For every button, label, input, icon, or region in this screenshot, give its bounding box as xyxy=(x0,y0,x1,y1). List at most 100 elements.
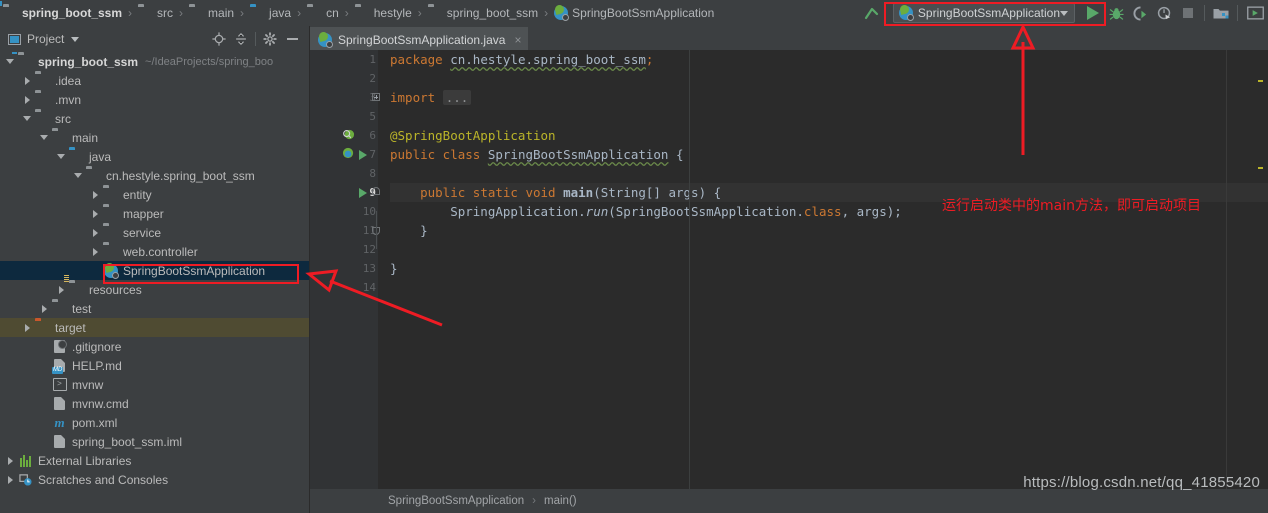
tree-node-label: target xyxy=(55,320,86,335)
run-configuration-selector[interactable]: SpringBootSsmApplication xyxy=(892,3,1075,23)
tree-node-mvnw[interactable]: > mvnw xyxy=(0,375,309,394)
tree-node-help-md[interactable]: MD HELP.md xyxy=(0,356,309,375)
editor-gutter[interactable]: 1 2 3 5 6 7 8 9 10 11 12 13 14 xyxy=(310,50,380,489)
chevron-right-icon[interactable] xyxy=(23,95,32,104)
chevron-right-icon[interactable] xyxy=(6,475,15,484)
code-line[interactable] xyxy=(390,278,1268,297)
resource-root-folder-icon xyxy=(69,283,84,296)
fold-rail xyxy=(376,211,377,249)
tree-node-entity[interactable]: entity xyxy=(0,185,309,204)
breadcrumb-method[interactable]: main() xyxy=(544,495,577,507)
breadcrumb-item-spring-boot-ssm[interactable]: spring_boot_ssm xyxy=(2,0,123,26)
code-line[interactable] xyxy=(390,240,1268,259)
annotation-note: 运行启动类中的main方法，即可启动项目 xyxy=(942,198,1201,214)
tree-node-mapper[interactable]: mapper xyxy=(0,204,309,223)
code-view[interactable]: 1 2 3 5 6 7 8 9 10 11 12 13 14 package cn.hestyle.sp… xyxy=(310,50,1268,489)
tree-node-scratches-and-consoles[interactable]: Scratches and Consoles xyxy=(0,470,309,489)
editor-breadcrumb[interactable]: SpringBootSsmApplication › main() xyxy=(310,489,1268,513)
tree-node-main[interactable]: main xyxy=(0,128,309,147)
spring-boot-gutter-icon[interactable] xyxy=(342,147,355,163)
collapse-all-icon[interactable] xyxy=(230,28,252,50)
code-line[interactable] xyxy=(390,107,1268,126)
project-panel-title: Project xyxy=(27,32,65,46)
breadcrumb-item-hestyle[interactable]: hestyle xyxy=(354,0,413,26)
chevron-down-icon[interactable] xyxy=(57,152,66,161)
tree-node-pom-xml[interactable]: m pom.xml xyxy=(0,413,309,432)
source-code[interactable]: package cn.hestyle.spring_boot_ssm; impo… xyxy=(378,50,1268,489)
select-opened-file-icon[interactable] xyxy=(208,28,230,50)
tree-node-src[interactable]: src xyxy=(0,109,309,128)
tree-node--idea[interactable]: .idea xyxy=(0,71,309,90)
code-line[interactable]: @SpringBootApplication xyxy=(390,126,1268,145)
scroll-marker[interactable] xyxy=(1258,167,1263,169)
chevron-down-icon[interactable] xyxy=(71,36,80,42)
chevron-right-icon[interactable] xyxy=(91,209,100,218)
chevron-right-icon[interactable] xyxy=(23,323,32,332)
code-line[interactable] xyxy=(390,164,1268,183)
run-gutter-icon[interactable] xyxy=(359,187,367,198)
breadcrumb-item-springbootssmapplication[interactable]: SpringBootSsmApplication xyxy=(553,0,715,26)
tree-node-springbootssmapplication[interactable]: SpringBootSsmApplication xyxy=(0,261,309,280)
breadcrumb-class[interactable]: SpringBootSsmApplication xyxy=(388,495,524,507)
excluded-folder-icon xyxy=(35,321,50,334)
close-icon[interactable]: × xyxy=(514,34,521,46)
code-line[interactable]: } xyxy=(390,221,1268,240)
tree-node-cn-hestyle-spring-boot-ssm[interactable]: cn.hestyle.spring_boot_ssm xyxy=(0,166,309,185)
profiler-button[interactable] xyxy=(1152,0,1176,26)
update-project-icon[interactable] xyxy=(861,2,883,24)
spring-bean-gutter-icon[interactable] xyxy=(342,128,355,144)
chevron-right-icon[interactable] xyxy=(6,456,15,465)
folder-icon xyxy=(35,112,50,125)
chevron-down-icon[interactable] xyxy=(23,114,32,123)
code-line[interactable]: } xyxy=(390,259,1268,278)
tree-node-target[interactable]: target xyxy=(0,318,309,337)
breadcrumb-item-main[interactable]: main xyxy=(188,0,235,26)
run-gutter-icon[interactable] xyxy=(359,149,367,160)
chevron-down-icon[interactable] xyxy=(6,57,15,66)
project-tree[interactable]: spring_boot_ssm ~/IdeaProjects/spring_boo… xyxy=(0,52,309,513)
tree-node-java[interactable]: java xyxy=(0,147,309,166)
breadcrumb-item-java[interactable]: java xyxy=(249,0,292,26)
chevron-right-icon[interactable] xyxy=(91,228,100,237)
tree-node-service[interactable]: service xyxy=(0,223,309,242)
run-anything-icon xyxy=(1246,6,1264,20)
code-line[interactable]: import ... xyxy=(390,88,1268,107)
chevron-down-icon[interactable] xyxy=(40,133,49,142)
tree-node-resources[interactable]: resources xyxy=(0,280,309,299)
tree-node-external-libraries[interactable]: External Libraries xyxy=(0,451,309,470)
run-button[interactable] xyxy=(1082,2,1104,24)
tree-node-mvnw-cmd[interactable]: mvnw.cmd xyxy=(0,394,309,413)
breadcrumb-item-spring-boot-ssm[interactable]: spring_boot_ssm xyxy=(427,0,539,26)
stop-button[interactable] xyxy=(1176,0,1200,26)
chevron-down-icon[interactable] xyxy=(74,171,83,180)
breadcrumb-item-cn[interactable]: cn xyxy=(306,0,340,26)
chevron-right-icon[interactable] xyxy=(91,247,100,256)
tree-node--mvn[interactable]: .mvn xyxy=(0,90,309,109)
scroll-marker[interactable] xyxy=(1258,80,1263,82)
tree-node--gitignore[interactable]: .gitignore xyxy=(0,337,309,356)
code-line[interactable] xyxy=(390,69,1268,88)
build-project-button[interactable] xyxy=(1209,0,1233,26)
breadcrumb-item-src[interactable]: src xyxy=(137,0,174,26)
run-with-coverage-button[interactable] xyxy=(1128,0,1152,26)
chevron-right-icon[interactable] xyxy=(40,304,49,313)
tree-node-test[interactable]: test xyxy=(0,299,309,318)
editor-tab-springbootssmapplication[interactable]: SpringBootSsmApplication.java × xyxy=(310,27,529,50)
hide-icon[interactable] xyxy=(281,28,303,50)
chevron-down-icon[interactable] xyxy=(1060,10,1068,16)
tree-node-spring-boot-ssm-iml[interactable]: spring_boot_ssm.iml xyxy=(0,432,309,451)
chevron-right-icon[interactable] xyxy=(57,285,66,294)
debug-button[interactable] xyxy=(1104,0,1128,26)
code-line[interactable]: public class SpringBootSsmApplication { xyxy=(390,145,1268,164)
tree-node-web-controller[interactable]: web.controller xyxy=(0,242,309,261)
run-anything-button[interactable] xyxy=(1242,0,1268,26)
chevron-right-icon[interactable] xyxy=(91,190,100,199)
profiler-icon xyxy=(1157,6,1170,19)
tree-node-spring-boot-ssm[interactable]: spring_boot_ssm ~/IdeaProjects/spring_boo xyxy=(0,52,309,71)
spring-boot-class-icon xyxy=(554,6,570,21)
code-line[interactable]: package cn.hestyle.spring_boot_ssm; xyxy=(390,50,1268,69)
gear-icon[interactable] xyxy=(259,28,281,50)
chevron-right-icon[interactable] xyxy=(23,76,32,85)
